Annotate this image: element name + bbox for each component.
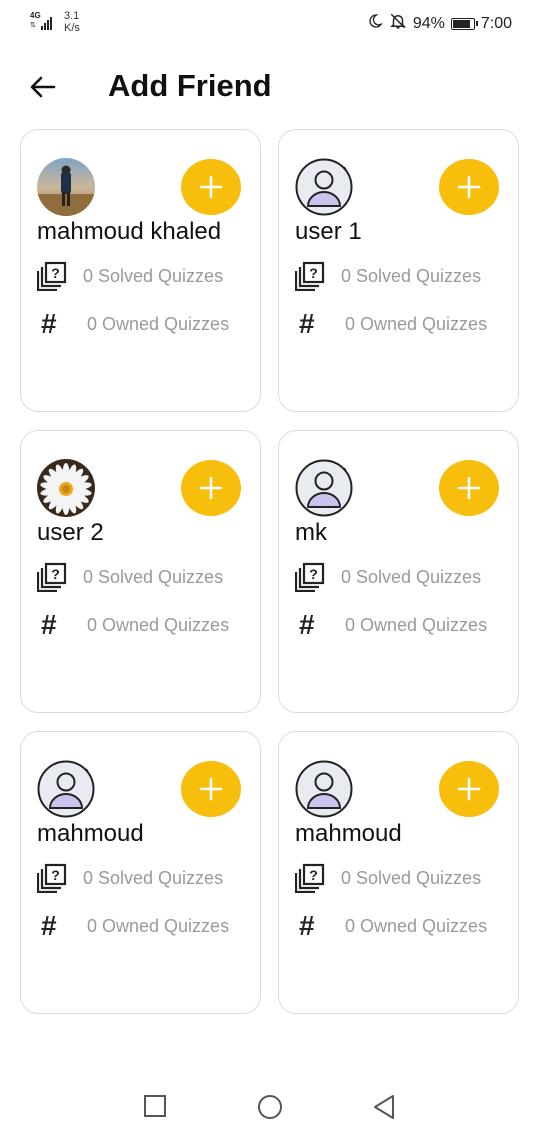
avatar [295,760,353,818]
quiz-stack-icon: ? [295,562,329,592]
friend-card: mahmoud? 0 Solved Quizzes #0 Owned Quizzes [20,731,261,1014]
network-speed-unit: K/s [64,22,80,34]
solved-quizzes-count: 0 Solved Quizzes [341,265,482,286]
quiz-stack-icon: ? [295,261,329,291]
plus-icon [198,475,224,501]
owned-quizzes-count: 0 Owned Quizzes [87,614,230,635]
clock: 7:00 [480,14,512,32]
owned-quizzes-count: 0 Owned Quizzes [345,614,488,635]
svg-text:?: ? [51,265,60,281]
solved-quizzes-row: ? 0 Solved Quizzes [37,863,223,893]
avatar [37,459,95,517]
svg-text:?: ? [309,867,318,883]
solved-quizzes-count: 0 Solved Quizzes [83,265,224,286]
signal-icon: 4G ⇅ [30,12,56,32]
add-friend-button[interactable] [181,460,241,516]
hash-icon: # [299,609,315,640]
app-header: Add Friend [0,62,540,112]
square-icon [144,1095,166,1117]
hash-icon: # [41,308,57,339]
status-right: 94% 7:00 [367,12,512,35]
svg-text:?: ? [309,265,318,281]
friend-name: mahmoud [295,820,402,847]
avatar [295,158,353,216]
svg-text:?: ? [51,566,60,582]
owned-quizzes-row: #0 Owned Quizzes [295,911,487,941]
owned-quizzes-row: #0 Owned Quizzes [295,309,487,339]
avatar [37,158,95,216]
hash-icon: # [41,910,57,941]
bell-muted-icon [389,12,407,35]
friend-name: mahmoud khaled [37,218,222,245]
svg-text:?: ? [309,566,318,582]
owned-quizzes-row: #0 Owned Quizzes [37,309,229,339]
quiz-stack-icon: ? [37,261,71,291]
avatar [295,459,353,517]
owned-quizzes-count: 0 Owned Quizzes [87,313,230,334]
friend-card: mahmoud? 0 Solved Quizzes #0 Owned Quizzes [278,731,519,1014]
back-button[interactable] [28,72,58,102]
solved-quizzes-row: ? 0 Solved Quizzes [295,562,481,592]
battery-percent: 94% [412,14,445,32]
add-friend-button[interactable] [181,159,241,215]
friend-card: user 1? 0 Solved Quizzes #0 Owned Quizzes [278,129,519,412]
friend-name: user 1 [295,218,362,245]
friend-name: user 2 [37,519,104,546]
network-type: 4G [30,11,41,20]
svg-text:?: ? [51,867,60,883]
triangle-back-icon [374,1095,394,1119]
friend-card: user 2? 0 Solved Quizzes #0 Owned Quizzes [20,430,261,713]
status-left: 4G ⇅ 3.1 K/s [30,10,80,34]
add-friend-button[interactable] [439,460,499,516]
quiz-stack-icon: ? [37,863,71,893]
add-friend-button[interactable] [181,761,241,817]
owned-quizzes-row: #0 Owned Quizzes [37,911,229,941]
recent-apps-button[interactable] [143,1094,167,1123]
plus-icon [456,475,482,501]
back-nav-button[interactable] [372,1094,396,1125]
network-speed: 3.1 K/s [64,10,80,34]
home-button[interactable] [257,1094,283,1125]
solved-quizzes-row: ? 0 Solved Quizzes [37,261,223,291]
add-friend-button[interactable] [439,159,499,215]
data-arrows-icon: ⇅ [30,22,36,29]
plus-icon [456,174,482,200]
system-nav-bar [0,1080,540,1140]
hash-icon: # [299,308,315,339]
owned-quizzes-count: 0 Owned Quizzes [87,915,230,936]
owned-quizzes-row: #0 Owned Quizzes [295,610,487,640]
circle-icon [258,1095,282,1119]
friend-card: mahmoud khaled? 0 Solved Quizzes #0 Owned … [20,129,261,412]
moon-icon [367,13,383,34]
add-friend-button[interactable] [439,761,499,817]
plus-icon [456,776,482,802]
solved-quizzes-row: ? 0 Solved Quizzes [295,261,481,291]
friend-card: mk? 0 Solved Quizzes #0 Owned Quizzes [278,430,519,713]
quiz-stack-icon: ? [37,562,71,592]
battery-icon [450,17,478,30]
solved-quizzes-count: 0 Solved Quizzes [341,867,482,888]
solved-quizzes-count: 0 Solved Quizzes [341,566,482,587]
network-speed-value: 3.1 [64,10,80,22]
owned-quizzes-count: 0 Owned Quizzes [345,313,488,334]
plus-icon [198,776,224,802]
hash-icon: # [299,910,315,941]
plus-icon [198,174,224,200]
page-title: Add Friend [108,68,272,103]
friend-name: mahmoud [37,820,144,847]
owned-quizzes-count: 0 Owned Quizzes [345,915,488,936]
owned-quizzes-row: #0 Owned Quizzes [37,610,229,640]
friend-name: mk [295,519,327,546]
solved-quizzes-count: 0 Solved Quizzes [83,867,224,888]
hash-icon: # [41,609,57,640]
arrow-left-icon [30,76,56,98]
avatar [37,760,95,818]
solved-quizzes-count: 0 Solved Quizzes [83,566,224,587]
solved-quizzes-row: ? 0 Solved Quizzes [295,863,481,893]
solved-quizzes-row: ? 0 Solved Quizzes [37,562,223,592]
status-bar: 4G ⇅ 3.1 K/s 94% 7:00 [0,0,540,46]
quiz-stack-icon: ? [295,863,329,893]
